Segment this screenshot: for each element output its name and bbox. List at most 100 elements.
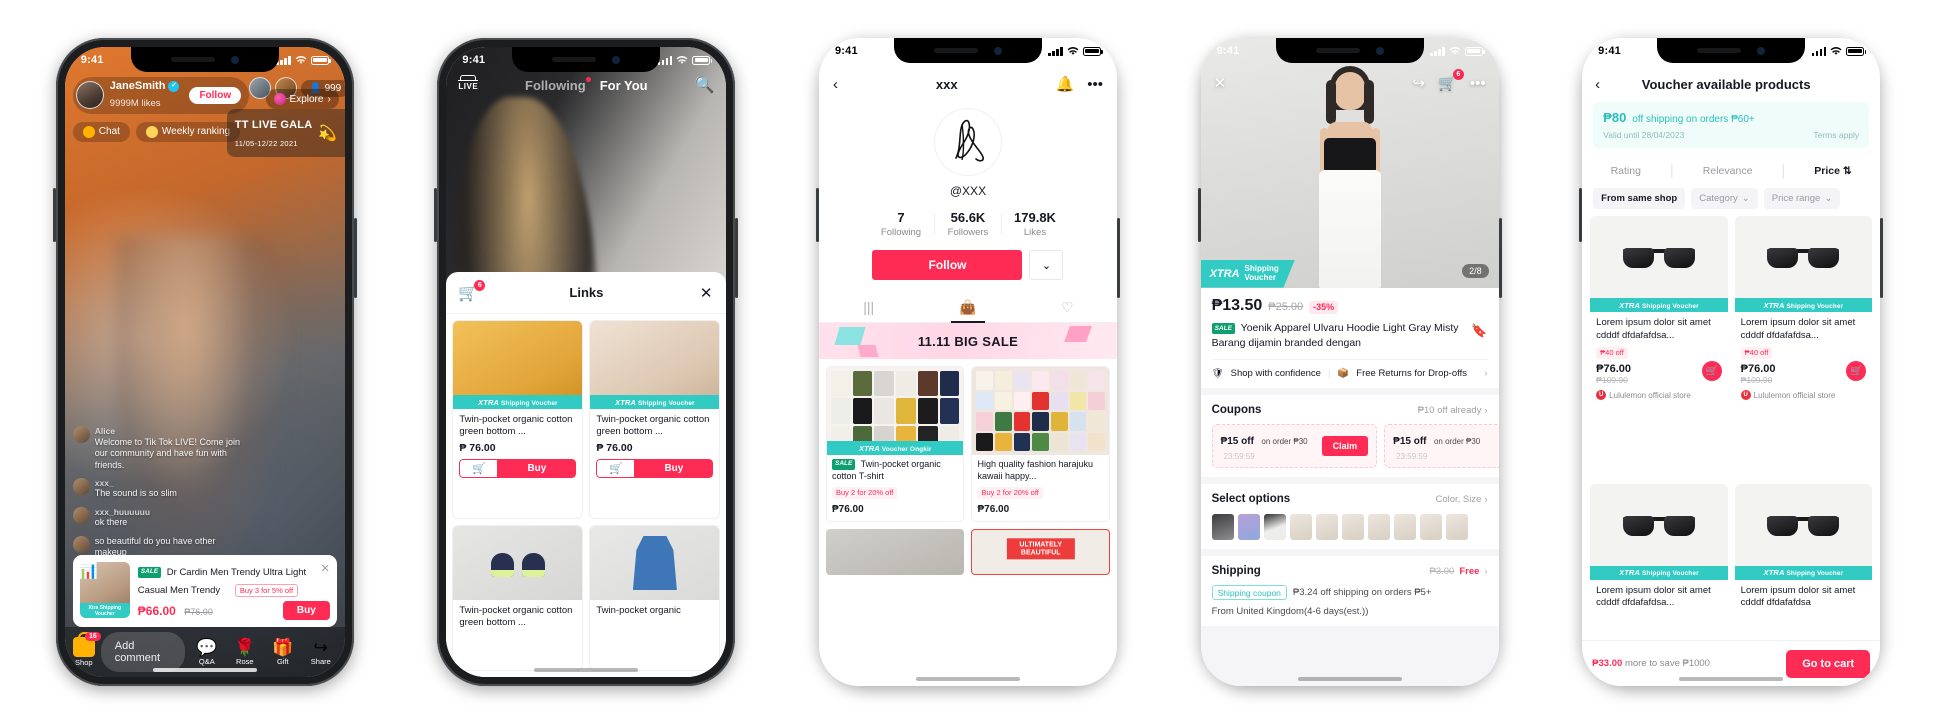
more-dots-icon[interactable]: ••• (1470, 75, 1486, 92)
filter-same-shop[interactable]: From same shop (1593, 188, 1686, 209)
product-card[interactable]: XTRA Shipping Voucher Lorem ipsum dolor s… (1734, 483, 1873, 617)
shopping-cart-icon[interactable]: 🛒 6 (1438, 69, 1464, 92)
tab-following[interactable]: Following (525, 76, 591, 93)
stat-followers[interactable]: 56.6K Followers (935, 210, 1001, 238)
product-card[interactable]: XTRA Shipping Voucher Lorem ipsum dolor s… (1590, 483, 1728, 617)
product-card[interactable]: Twin-pocket organic (589, 525, 721, 671)
sort-rating[interactable]: Rating (1611, 165, 1641, 177)
tab-shop[interactable]: 👜 (918, 292, 1017, 322)
product-card[interactable]: Twin-pocket organic cotton green bottom … (452, 525, 584, 671)
shop-row[interactable]: U Lululemon official store (1596, 390, 1722, 401)
voucher-description: off shipping on orders ₱60+ (1632, 114, 1755, 125)
tab-for-you[interactable]: For You (600, 78, 648, 93)
go-to-cart-button[interactable]: Go to cart (1786, 649, 1871, 678)
live-product-card[interactable]: 📊 Xtra Shipping Voucher ✕ SALE Dr Cardin… (72, 555, 337, 627)
shopping-cart-icon[interactable]: 🛒 6 (458, 280, 486, 303)
option-swatch[interactable] (1367, 514, 1390, 541)
share-arrow-icon[interactable]: ↪ (1413, 74, 1426, 92)
product-card[interactable]: XTRA Shipping Voucher Twin-pocket organic… (589, 320, 721, 519)
option-swatch[interactable] (1289, 514, 1312, 541)
chevron-down-icon[interactable]: ⌄ (1029, 250, 1064, 280)
product-card[interactable]: XTRA Shipping Voucher Twin-pocket organic… (452, 320, 584, 519)
trust-row[interactable]: 🛡 Shop with confidence | 📦 Free Returns … (1211, 359, 1488, 379)
product-card[interactable]: High quality fashion harajuku kawaii hap… (971, 366, 1110, 523)
chevron-left-icon[interactable]: ‹ (833, 76, 838, 93)
share-button[interactable]: ↪ Share (305, 639, 337, 666)
live-gala-banner[interactable]: TT LIVE GALA 11/05-12/22 2021 💫 (226, 109, 345, 157)
filter-category[interactable]: Category ⌄ (1691, 188, 1758, 209)
bell-icon[interactable]: 🔔 (1056, 75, 1075, 93)
live-entry-icon[interactable]: LIVE (458, 74, 479, 91)
host-avatar[interactable] (75, 81, 104, 110)
chevron-right-icon: › (1484, 493, 1488, 505)
explore-button[interactable]: Explore › (265, 89, 339, 109)
sort-price[interactable]: Price ⇅ (1814, 165, 1851, 177)
search-icon[interactable]: 🔍 (694, 75, 714, 95)
close-icon[interactable]: ✕ (700, 284, 713, 302)
voucher-label: Shipping Voucher (1786, 302, 1844, 310)
product-title: Twin-pocket organic cotton green bottom … (459, 414, 573, 438)
buy-button[interactable]: Buy (282, 601, 330, 620)
host-capsule[interactable]: JaneSmith ✓ 9999M likes Follow (72, 77, 250, 114)
rose-button[interactable]: 🌹 Rose (229, 639, 261, 666)
sort-relevance[interactable]: Relevance (1703, 165, 1753, 177)
chip-weekly-ranking[interactable]: Weekly ranking (135, 121, 241, 142)
close-icon[interactable]: ✕ (1214, 74, 1227, 92)
option-swatch[interactable] (1419, 514, 1442, 541)
product-thumbnail[interactable]: 📊 Xtra Shipping Voucher (79, 562, 130, 618)
shop-row[interactable]: U Lululemon official store (1740, 390, 1867, 401)
shipping-voucher-ribbon[interactable]: XTRA Shipping Voucher (1200, 260, 1295, 288)
options-header[interactable]: Select options Color, Size › (1212, 493, 1488, 505)
buy-button[interactable]: Buy (634, 458, 714, 478)
buy-button[interactable]: Buy (497, 458, 577, 478)
product-card[interactable]: XTRA Shipping Voucher Lorem ipsum dolor s… (1734, 216, 1873, 408)
product-card[interactable]: XTRA Shipping Voucher Lorem ipsum dolor s… (1590, 216, 1728, 408)
follow-button[interactable]: Follow (872, 250, 1023, 280)
product-card[interactable]: XTRA Voucher Ongkir SALE Twin-pocket orga… (825, 366, 965, 523)
sale-banner[interactable]: 11.11 BIG SALE (818, 323, 1117, 359)
voucher-terms-link[interactable]: Terms apply (1813, 130, 1859, 140)
filter-bar: From same shop Category ⌄ Price range ⌄ (1593, 188, 1869, 209)
cart-plus-icon[interactable]: 🛒 (459, 458, 498, 478)
option-swatch[interactable] (1341, 514, 1364, 541)
option-swatch[interactable] (1237, 514, 1260, 541)
chip-chat[interactable]: Chat (72, 121, 130, 142)
stat-following[interactable]: 7 Following (868, 210, 934, 238)
model-graphic (1296, 66, 1404, 288)
qa-button[interactable]: 💬 Q&A (191, 639, 223, 666)
product-image[interactable] (825, 529, 965, 576)
shop-button[interactable]: 16 Shop (72, 632, 101, 667)
comment-input[interactable]: Add comment (100, 632, 185, 672)
voucher-banner[interactable]: ₱80 off shipping on orders ₱60+ Valid un… (1593, 102, 1870, 148)
filter-price-range[interactable]: Price range ⌄ (1763, 188, 1841, 209)
coupons-header[interactable]: Coupons ₱10 off already › (1212, 404, 1488, 416)
feed-tabs: Following For You (525, 76, 648, 93)
claim-button[interactable]: Claim (1321, 436, 1369, 457)
savings-hint: ₱33.00 more to save ₱1000 (1592, 658, 1710, 669)
cart-plus-icon[interactable]: 🛒 (1701, 361, 1722, 382)
option-swatch[interactable] (1393, 514, 1416, 541)
voucher-badge: XTRA Shipping Voucher (453, 395, 583, 409)
sale-tag: SALE (1211, 322, 1235, 334)
tab-liked[interactable]: ♡ (1018, 292, 1117, 322)
coupon-item[interactable]: ₱15 off on order ₱30 23:59:59 Claim (1211, 424, 1378, 469)
option-swatch[interactable] (1211, 514, 1234, 541)
stat-likes[interactable]: 179.8K Likes (1002, 210, 1068, 238)
bookmark-icon[interactable]: 🔖 (1471, 322, 1487, 340)
product-body: Lorem ipsum dolor sit amet cdddf dfdafaf… (1590, 580, 1728, 617)
shipping-header[interactable]: Shipping ₱3.00 Free › (1212, 565, 1488, 577)
banner-shape-1 (834, 327, 866, 345)
gift-button[interactable]: 🎁 Gift (267, 639, 299, 666)
cart-plus-icon[interactable]: 🛒 (596, 458, 635, 478)
avatar[interactable] (933, 108, 1002, 176)
tab-posts[interactable]: ||| (819, 292, 918, 322)
close-icon[interactable]: ✕ (321, 562, 330, 575)
more-dots-icon[interactable]: ••• (1087, 76, 1103, 93)
follow-button[interactable]: Follow (189, 86, 242, 104)
voucher-label: Shipping Voucher (637, 399, 695, 407)
coupon-item[interactable]: ₱15 off on order ₱30 23:59:59 (1384, 424, 1499, 469)
option-swatch[interactable] (1315, 514, 1338, 541)
option-swatch[interactable] (1445, 514, 1468, 541)
product-image[interactable]: ULTIMATELY BEAUTIFUL (971, 529, 1110, 576)
option-swatch[interactable] (1263, 514, 1286, 541)
